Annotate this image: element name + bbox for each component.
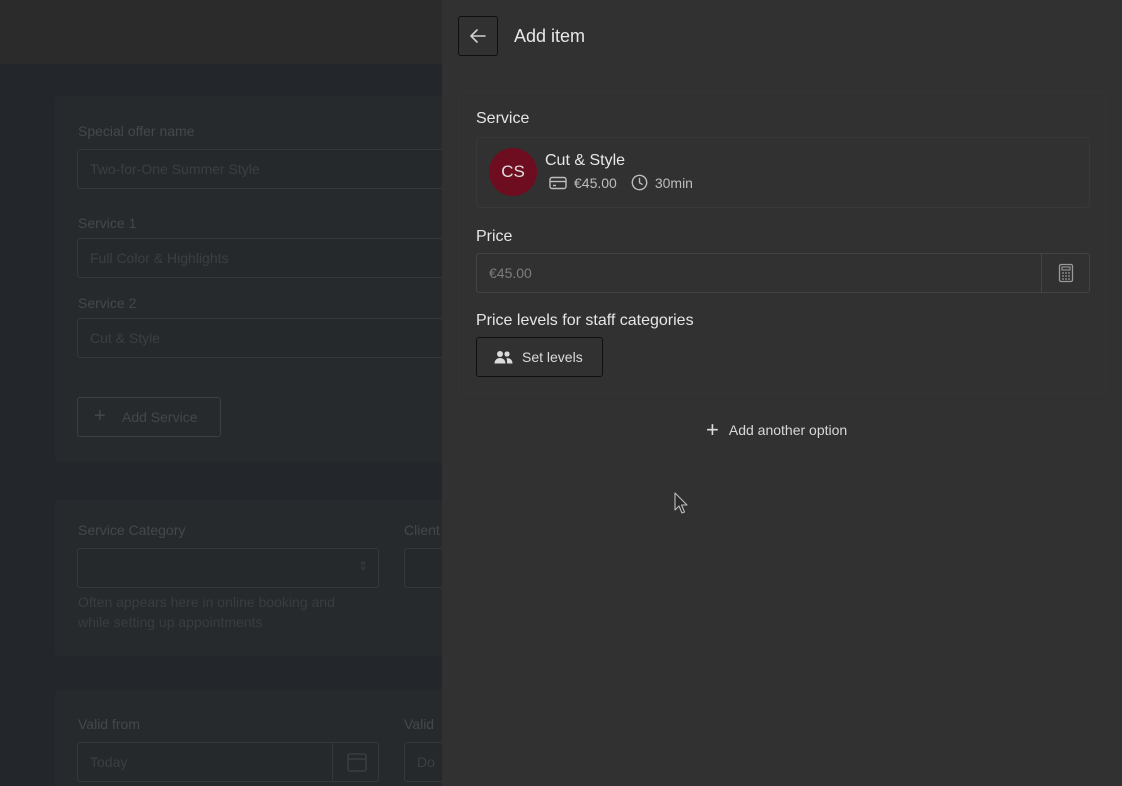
calculator-button[interactable] <box>1041 253 1090 293</box>
valid-from-value: Today <box>90 754 128 770</box>
drawer-title: Add item <box>514 26 586 46</box>
price-levels-label: Price levels for staff categories <box>476 312 694 329</box>
valid-from-input[interactable]: Today <box>77 742 379 782</box>
service-section-label: Service <box>476 110 530 127</box>
add-service-label: Add Service <box>122 409 198 425</box>
item-option-panel: Service CS Cut & Style €45.00 30min Pric… <box>458 92 1106 394</box>
service2-label: Service 2 <box>78 295 137 311</box>
service1-input[interactable]: Full Color & Highlights <box>77 238 457 278</box>
service-price: €45.00 <box>574 174 617 191</box>
calculator-icon <box>1058 263 1073 283</box>
service1-label: Service 1 <box>78 215 137 231</box>
plus-icon: + <box>706 417 719 442</box>
special-offer-label: Special offer name <box>78 123 195 139</box>
arrow-left-icon <box>470 29 486 43</box>
category-hint-line1: Often appears here in online booking and <box>78 594 335 610</box>
clock-icon <box>631 174 648 191</box>
price-label: Price <box>476 228 513 245</box>
service-card[interactable]: CS Cut & Style €45.00 30min <box>476 137 1090 208</box>
service-category-select[interactable]: ⇕ <box>77 548 379 588</box>
valid-from-label: Valid from <box>78 716 140 732</box>
back-button[interactable] <box>458 16 498 56</box>
service-meta: €45.00 30min <box>549 174 707 191</box>
service-category-label: Service Category <box>78 522 186 538</box>
price-input[interactable]: €45.00 <box>476 253 1041 293</box>
valid-to-value: Do <box>417 754 435 770</box>
service2-input[interactable]: Cut & Style <box>77 318 457 358</box>
category-hint-line2: while setting up appointments <box>78 614 263 630</box>
service-price-meta: €45.00 <box>549 175 617 191</box>
add-another-option-label: Add another option <box>728 422 848 438</box>
wallet-icon <box>549 176 567 189</box>
add-item-drawer: Add item Service CS Cut & Style €45.00 3… <box>442 0 1122 786</box>
service-duration-meta: 30min <box>631 174 693 191</box>
cursor-icon <box>674 492 688 514</box>
client-label: Client <box>404 522 440 538</box>
add-service-button[interactable]: + Add Service <box>77 397 221 437</box>
service-avatar: CS <box>489 148 537 196</box>
special-offer-input[interactable]: Two-for-One Summer Style <box>77 149 457 189</box>
users-icon <box>494 351 513 364</box>
plus-icon: + <box>94 405 106 427</box>
calendar-icon[interactable] <box>332 743 378 781</box>
select-arrows-icon: ⇕ <box>357 559 368 573</box>
service-duration: 30min <box>654 174 693 191</box>
valid-to-label: Valid <box>404 716 435 732</box>
set-levels-label: Set levels <box>522 349 583 365</box>
set-levels-button[interactable]: Set levels <box>476 337 603 377</box>
service-name: Cut & Style <box>545 152 626 169</box>
add-another-option-button[interactable]: + Add another option <box>706 417 848 442</box>
